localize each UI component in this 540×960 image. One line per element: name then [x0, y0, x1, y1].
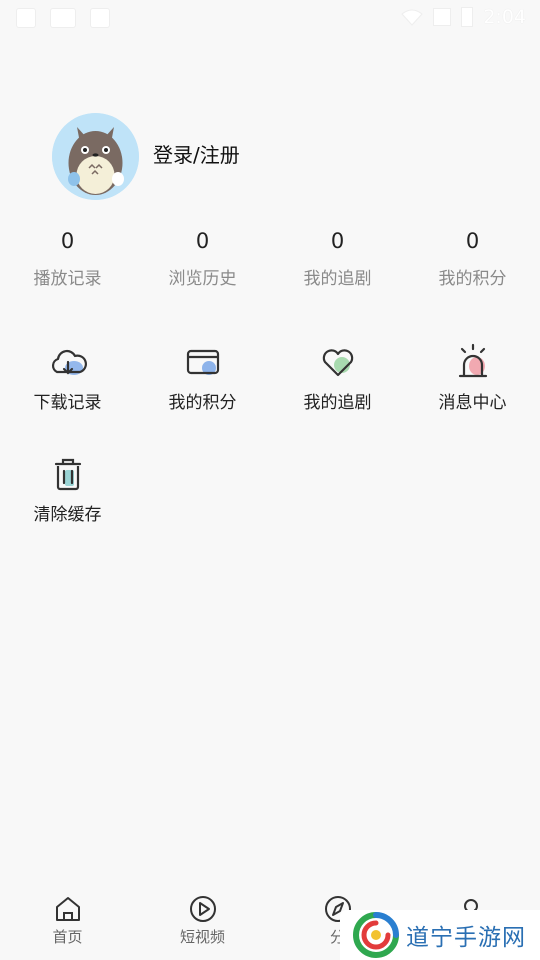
download-notification-icon	[90, 8, 110, 28]
stats-row: 0 播放记录 0 浏览历史 0 我的追剧 0 我的积分	[0, 226, 540, 289]
site-logo-icon	[353, 912, 399, 958]
grid-item-label: 我的追剧	[303, 393, 372, 413]
stat-label: 播放记录	[33, 269, 102, 289]
signal-icon	[433, 8, 452, 26]
status-time: 2:04	[483, 6, 526, 28]
status-notifications	[16, 8, 110, 28]
nav-short-video[interactable]: 短视频	[135, 880, 270, 960]
home-icon	[55, 897, 80, 921]
avatar[interactable]	[52, 113, 139, 200]
stat-my-points[interactable]: 0 我的积分	[405, 226, 540, 289]
grid-item-label: 消息中心	[438, 393, 507, 413]
stat-value: 0	[465, 229, 480, 253]
alarm-bell-icon	[458, 343, 487, 378]
stat-label: 浏览历史	[168, 269, 237, 289]
heart-icon	[322, 349, 353, 377]
stat-play-history[interactable]: 0 播放记录	[0, 226, 135, 289]
function-grid: 下载记录 我的积分 我的追剧 消息中心 清除缓存	[0, 338, 540, 562]
nav-label: 短视频	[179, 928, 225, 946]
stat-value: 0	[195, 229, 210, 253]
battery-icon	[461, 7, 474, 27]
wifi-icon	[401, 9, 424, 26]
stat-value: 0	[60, 229, 75, 253]
grid-item-downloads[interactable]: 下载记录	[0, 338, 135, 450]
grid-item-points[interactable]: 我的积分	[135, 338, 270, 450]
stat-value: 0	[330, 229, 345, 253]
trash-icon	[54, 458, 81, 491]
wallet-card-icon	[186, 349, 219, 375]
nav-label: 首页	[52, 928, 83, 946]
grid-item-follows[interactable]: 我的追剧	[270, 338, 405, 450]
grid-item-label: 清除缓存	[33, 505, 102, 525]
play-circle-icon	[189, 896, 216, 922]
stat-my-follows[interactable]: 0 我的追剧	[270, 226, 405, 289]
nav-home[interactable]: 首页	[0, 880, 135, 960]
stat-browse-history[interactable]: 0 浏览历史	[135, 226, 270, 289]
gallery-notification-icon	[16, 8, 36, 28]
cloud-download-icon	[51, 349, 87, 375]
grid-item-label: 下载记录	[33, 393, 102, 413]
grid-item-clear-cache[interactable]: 清除缓存	[0, 450, 135, 562]
stat-label: 我的追剧	[303, 269, 372, 289]
grid-item-messages[interactable]: 消息中心	[405, 338, 540, 450]
status-system: 2:04	[401, 6, 526, 28]
grid-item-label: 我的积分	[168, 393, 237, 413]
totoro-avatar-icon	[52, 113, 139, 200]
stat-label: 我的积分	[438, 269, 507, 289]
status-bar: 2:04	[0, 0, 540, 36]
app-notification-icon	[50, 8, 76, 28]
watermark-text: 道宁手游网	[406, 925, 526, 951]
watermark: 道宁手游网	[340, 910, 540, 960]
login-register-link[interactable]: 登录/注册	[153, 139, 240, 168]
